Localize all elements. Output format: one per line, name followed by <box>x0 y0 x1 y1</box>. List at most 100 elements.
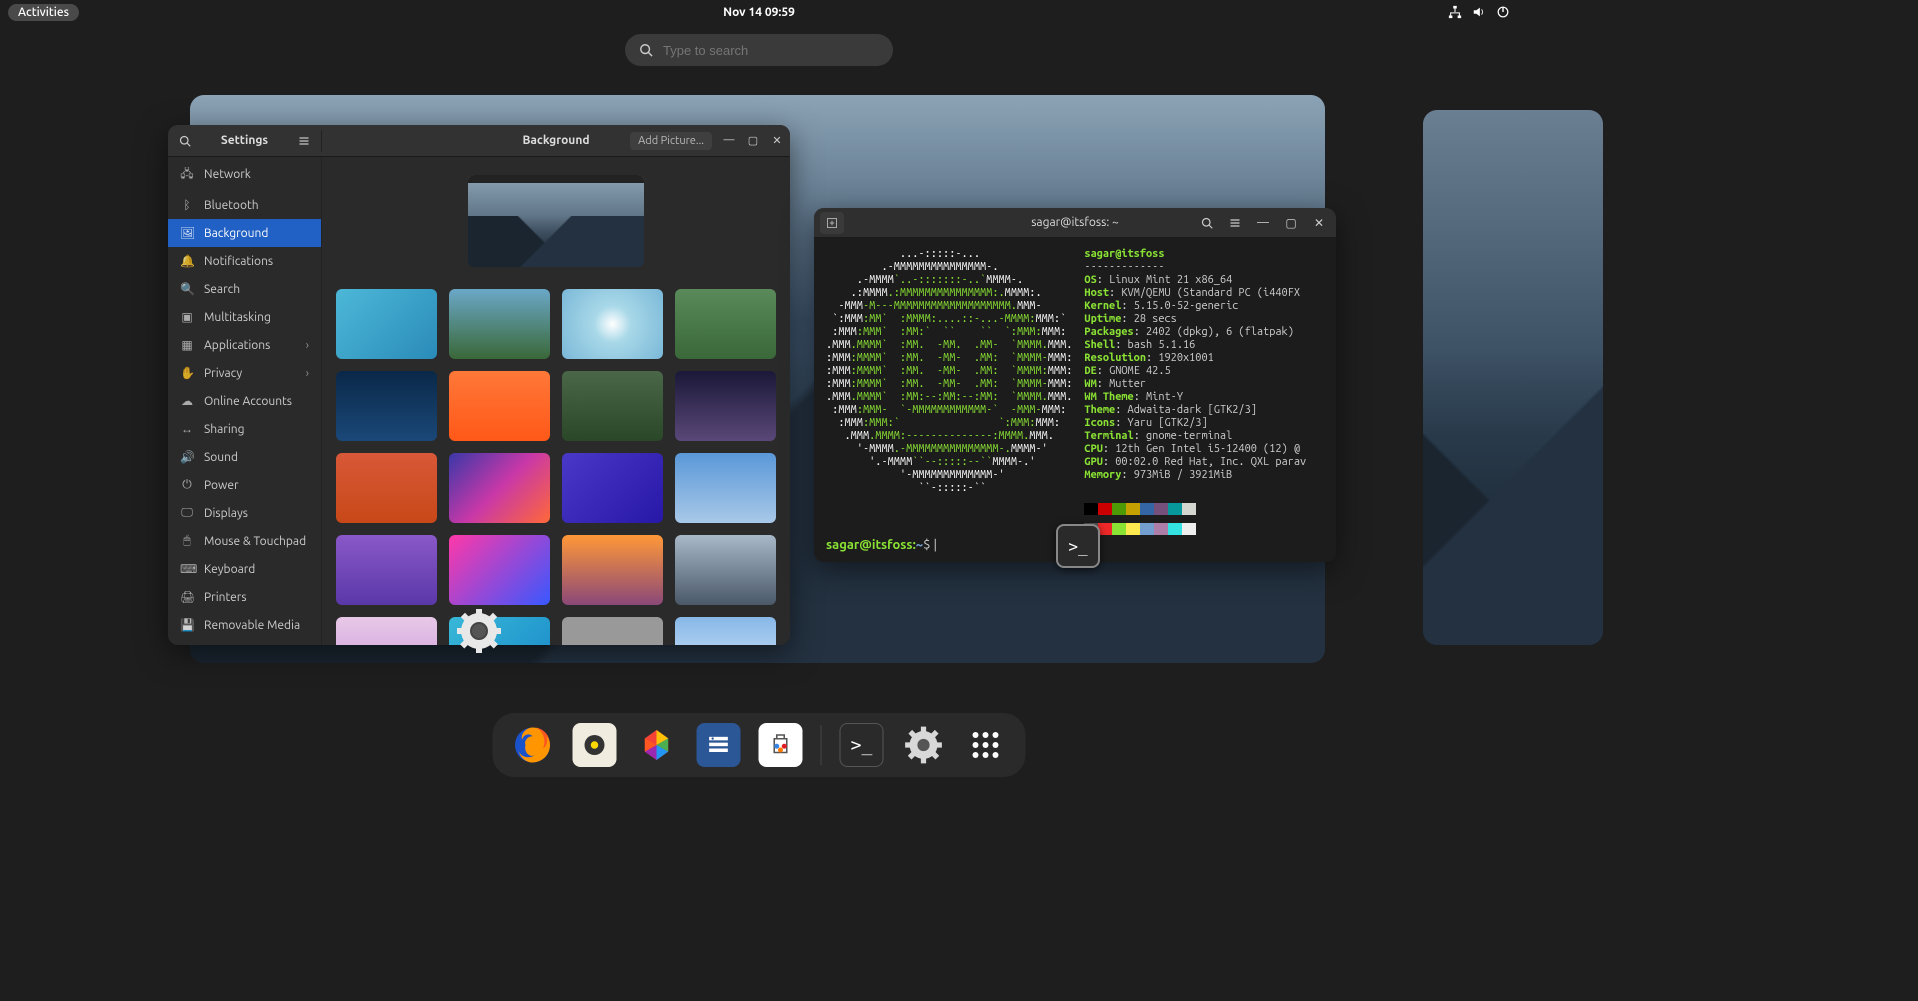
wallpaper-thumb[interactable] <box>675 617 776 645</box>
sidebar-item-removable-media[interactable]: 💾Removable Media <box>168 611 321 639</box>
sidebar-item-network[interactable]: 🖧Network <box>168 157 321 192</box>
mouse-touchpad-icon: 🖱 <box>180 534 194 548</box>
sidebar-item-power[interactable]: ⏻Power <box>168 471 321 499</box>
wallpaper-thumb[interactable] <box>562 617 663 645</box>
minimize-button[interactable]: — <box>722 134 736 147</box>
wallpaper-thumb[interactable] <box>449 535 550 605</box>
terminal-minimize-button[interactable]: — <box>1252 212 1274 234</box>
dock-separator <box>821 725 822 765</box>
maximize-button[interactable]: ▢ <box>746 134 760 147</box>
neofetch-info: sagar@itsfoss ------------- OS: Linux Mi… <box>1084 248 1306 552</box>
info-key: CPU <box>1084 443 1102 455</box>
sidebar-item-label: Mouse & Touchpad <box>204 535 306 548</box>
wallpaper-thumb[interactable] <box>562 453 663 523</box>
dock-settings[interactable] <box>902 723 946 767</box>
sidebar-item-label: Privacy <box>204 367 242 380</box>
info-key: Host <box>1084 287 1109 299</box>
wallpaper-thumb[interactable] <box>675 453 776 523</box>
sidebar-item-sharing[interactable]: ↔Sharing <box>168 415 321 443</box>
dock-rhythmbox[interactable] <box>573 723 617 767</box>
sidebar-item-applications[interactable]: ▦Applications› <box>168 331 321 359</box>
sidebar-item-bluetooth[interactable]: ᛒBluetooth <box>168 192 321 219</box>
settings-overview-icon[interactable] <box>454 606 504 656</box>
info-val: GNOME 42.5 <box>1109 365 1171 377</box>
terminal-content[interactable]: ...-:::::-... .-MMMMMMMMMMMMMMM-. .-MMMM… <box>814 238 1336 562</box>
settings-panel-title: Background <box>522 134 589 147</box>
sidebar-item-notifications[interactable]: 🔔Notifications <box>168 247 321 275</box>
wallpaper-thumb[interactable] <box>336 289 437 359</box>
dock-software[interactable] <box>759 723 803 767</box>
wallpaper-thumb[interactable] <box>336 371 437 441</box>
clock[interactable]: Nov 14 09:59 <box>723 6 795 19</box>
info-val: 1920x1001 <box>1158 352 1213 364</box>
overview-search[interactable] <box>625 34 893 66</box>
workspace-secondary[interactable] <box>1423 110 1603 645</box>
printers-icon: 🖨 <box>180 590 194 604</box>
terminal-icon: >_ <box>851 735 873 756</box>
search-icon <box>639 43 653 57</box>
wallpaper-thumb[interactable] <box>449 371 550 441</box>
sidebar-item-displays[interactable]: 🖵Displays <box>168 499 321 527</box>
sidebar-item-label: Removable Media <box>204 619 300 632</box>
sidebar-item-search[interactable]: 🔍 Search <box>168 275 321 303</box>
wallpaper-thumb[interactable] <box>336 535 437 605</box>
add-picture-button[interactable]: Add Picture... <box>630 132 712 150</box>
network-tray-icon[interactable] <box>1448 5 1462 19</box>
sidebar-item-printers[interactable]: 🖨Printers <box>168 583 321 611</box>
dock-files[interactable] <box>697 723 741 767</box>
sidebar-item-multitasking[interactable]: ▣Multitasking <box>168 303 321 331</box>
dock-apps-grid[interactable] <box>964 723 1008 767</box>
sidebar-item-label: Search <box>204 283 240 296</box>
current-wallpaper-preview <box>468 175 644 267</box>
info-val: gnome-terminal <box>1146 430 1232 442</box>
notifications-icon: 🔔 <box>180 254 194 268</box>
search-input[interactable] <box>663 43 879 58</box>
sidebar-item-label: Multitasking <box>204 311 271 324</box>
terminal-prompt[interactable]: sagar@itsfoss:~$ | <box>826 538 937 552</box>
wallpaper-thumb[interactable] <box>336 453 437 523</box>
top-bar: Activities Nov 14 09:59 <box>0 0 1518 24</box>
terminal-menu-button[interactable] <box>1224 212 1246 234</box>
sidebar-item-privacy[interactable]: ✋Privacy› <box>168 359 321 387</box>
settings-titlebar: Settings Background Add Picture... — ▢ ✕ <box>168 125 790 157</box>
close-button[interactable]: ✕ <box>770 134 784 147</box>
new-tab-button[interactable] <box>820 212 844 234</box>
wallpaper-thumb[interactable] <box>675 371 776 441</box>
sidebar-item-online-accounts[interactable]: ☁Online Accounts <box>168 387 321 415</box>
terminal-search-button[interactable] <box>1196 212 1218 234</box>
info-val: 00:02.0 Red Hat, Inc. QXL parav <box>1115 456 1306 468</box>
settings-hamburger-button[interactable] <box>293 130 315 152</box>
sidebar-item-keyboard[interactable]: ⌨Keyboard <box>168 555 321 583</box>
sidebar-item-sound[interactable]: 🔊Sound <box>168 443 321 471</box>
info-val: Linux Mint 21 x86_64 <box>1109 274 1232 286</box>
search-icon: 🔍 <box>180 282 194 296</box>
apps-grid-icon <box>973 732 999 758</box>
info-key: WM <box>1084 378 1096 390</box>
wallpaper-thumb[interactable] <box>675 289 776 359</box>
system-tray[interactable] <box>1448 5 1510 19</box>
wallpaper-thumb[interactable] <box>449 289 550 359</box>
volume-tray-icon[interactable] <box>1472 5 1486 19</box>
sidebar-item-mouse-touchpad[interactable]: 🖱 Mouse & Touchpad <box>168 527 321 555</box>
chevron-right-icon: › <box>306 339 309 352</box>
terminal-close-button[interactable]: ✕ <box>1308 212 1330 234</box>
info-key: DE <box>1084 365 1096 377</box>
dock-firefox[interactable] <box>511 723 555 767</box>
wallpaper-thumb[interactable] <box>562 289 663 359</box>
wallpaper-thumb[interactable] <box>336 617 437 645</box>
terminal-overview-icon[interactable]: >_ <box>1056 524 1100 568</box>
settings-search-button[interactable] <box>174 130 196 152</box>
info-key: Theme <box>1084 404 1115 416</box>
dock-terminal[interactable]: >_ <box>840 723 884 767</box>
wallpaper-thumb[interactable] <box>562 371 663 441</box>
power-tray-icon[interactable] <box>1496 5 1510 19</box>
activities-button[interactable]: Activities <box>8 4 79 21</box>
wallpaper-thumb[interactable] <box>675 535 776 605</box>
terminal-maximize-button[interactable]: ▢ <box>1280 212 1302 234</box>
info-key: OS <box>1084 274 1096 286</box>
wallpaper-thumb[interactable] <box>449 453 550 523</box>
sidebar-item-background[interactable]: 🖼Background <box>168 219 321 247</box>
neofetch-ascii: ...-:::::-... .-MMMMMMMMMMMMMMM-. .-MMMM… <box>826 248 1072 552</box>
dock-photos[interactable] <box>635 723 679 767</box>
wallpaper-thumb[interactable] <box>562 535 663 605</box>
